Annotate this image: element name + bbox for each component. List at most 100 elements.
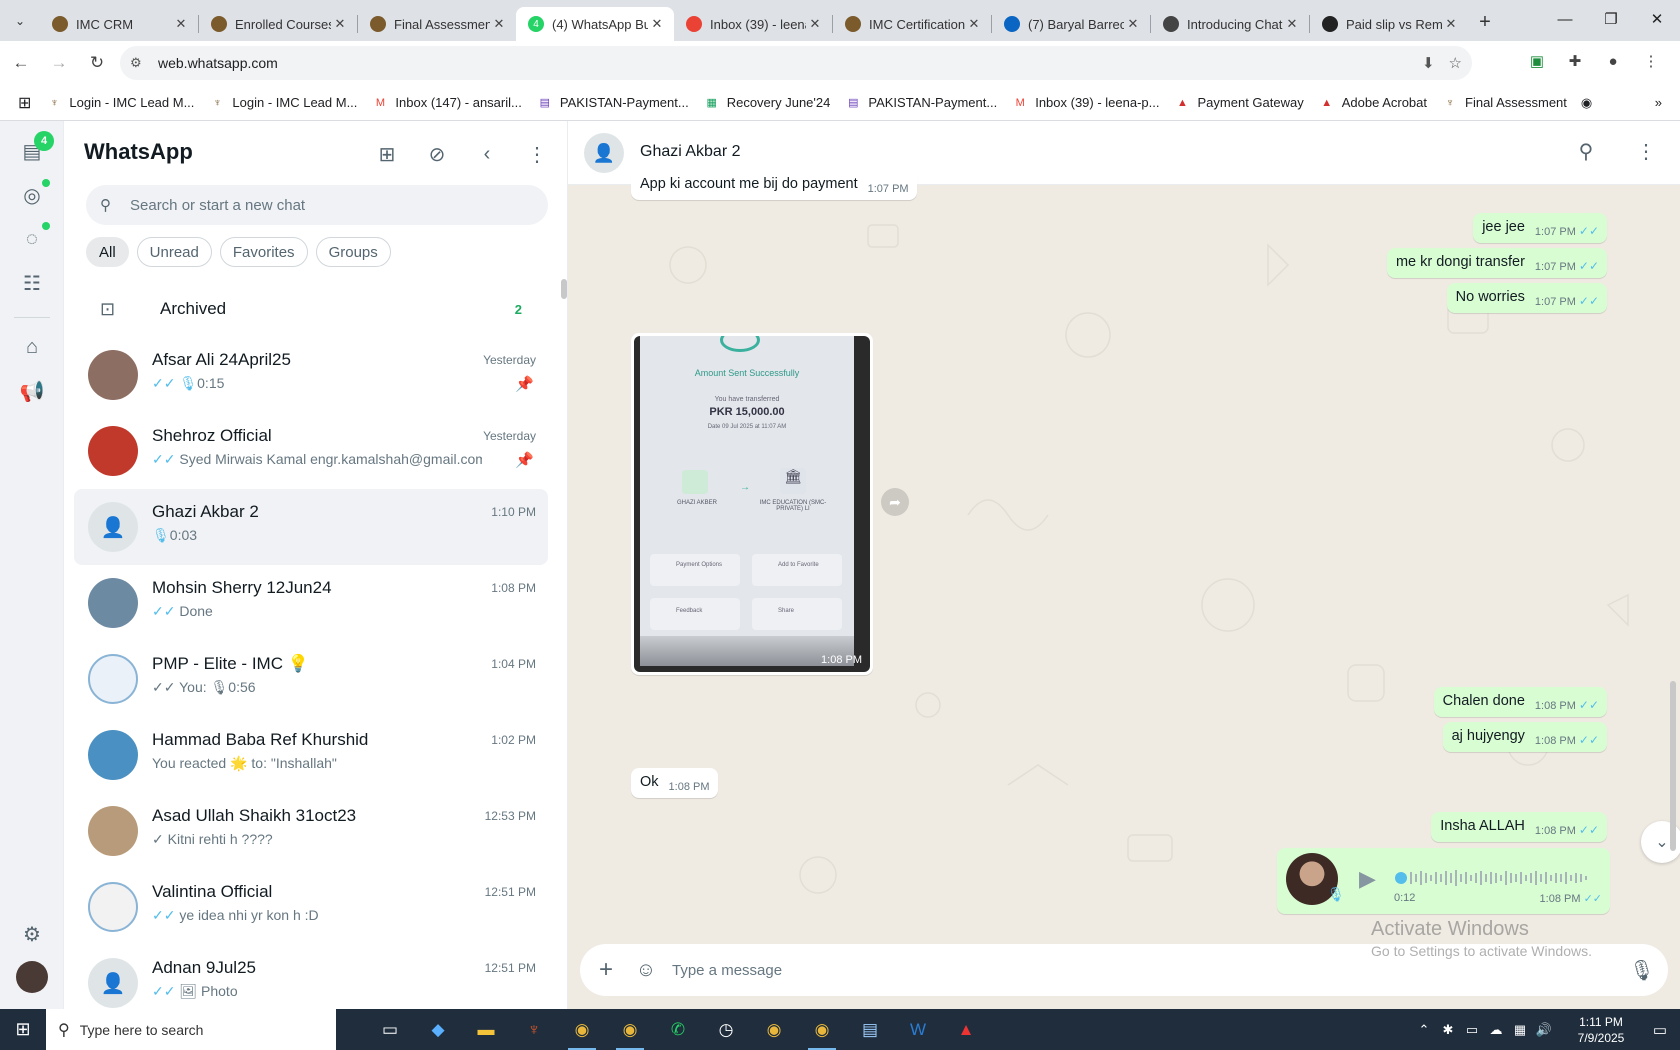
tray-network-icon[interactable]: ▦ [1508,1022,1532,1038]
word-icon[interactable]: W [894,1009,942,1050]
taskbar-clock[interactable]: 1:11 PM 7/9/2025 [1562,1014,1640,1046]
bookmark-item[interactable]: ▲ Payment Gateway [1176,95,1304,110]
install-app-icon[interactable]: ⬇ [1422,54,1435,72]
address-bar[interactable]: ⚙ web.whatsapp.com ⬇ ☆ [120,46,1472,80]
bookmark-more-icon[interactable]: ◉ [1581,95,1592,111]
copilot-icon[interactable]: ◆ [414,1009,462,1050]
close-tab-icon[interactable]: ✕ [1124,16,1142,32]
profile-avatar[interactable]: ● [1598,46,1628,76]
conversation-menu-icon[interactable]: ⋮ [1632,139,1660,164]
browser-tab[interactable]: Inbox (39) - leena ✕ [674,7,832,41]
chat-list-item[interactable]: Asad Ullah Shaikh 31oct23 12:53 PM ✓ Kitni… [74,793,548,869]
message-bubble-outgoing[interactable]: Chalen done 1:08 PM ✓✓ [1433,687,1607,717]
tab-search-button[interactable]: ⌄ [0,0,40,41]
whatsapp-taskbar-icon[interactable]: ✆ [654,1009,702,1050]
reload-button[interactable]: ↻ [80,46,114,80]
file-explorer-icon[interactable]: ▬ [462,1009,510,1050]
browser-tab[interactable]: Enrolled Courses ✕ [199,7,357,41]
catalog-store-icon[interactable]: ⌂ [16,331,48,363]
windows-start-icon[interactable]: ⊞ [0,1009,46,1050]
attach-plus-icon[interactable]: + [592,956,620,984]
bookmarks-overflow-icon[interactable]: » [1655,95,1662,110]
contact-name[interactable]: Ghazi Akbar 2 [640,143,741,161]
task-view-icon[interactable]: ▭ [366,1009,414,1050]
apps-grid-icon[interactable]: ⊞ [18,93,31,113]
contact-avatar[interactable]: 👤 [584,133,624,173]
close-tab-icon[interactable]: ✕ [490,16,508,32]
message-bubble-outgoing[interactable]: me kr dongi transfer 1:07 PM ✓✓ [1386,248,1607,278]
archived-row[interactable]: ⊡ Archived 2 [64,281,552,337]
restore-button[interactable]: ❐ [1588,0,1634,38]
taskbar-search[interactable]: ⚲ Type here to search [46,1009,336,1050]
chat-list-item[interactable]: Valintina Official 12:51 PM ✓✓ ye idea nhi… [74,869,548,945]
receipt-photo[interactable]: Amount Sent Successfully You have transf… [634,336,870,672]
chat-list-item[interactable]: Mohsin Sherry 12Jun24 1:08 PM ✓✓ Done [74,565,548,641]
sidebar-menu-icon[interactable]: ⋮ [521,139,553,169]
browser-tab[interactable]: 4 (4) WhatsApp Business✕ [516,7,674,41]
bookmark-item[interactable]: M Inbox (147) - ansaril... [373,95,522,110]
close-tab-icon[interactable]: ✕ [648,16,666,32]
voice-record-mic-icon[interactable]: 🎙 [1628,958,1656,983]
chat-list-item[interactable]: Afsar Ali 24April25 Yesterday ✓✓ 🎙0:15 📌 [74,337,548,413]
bookmark-item[interactable]: ▲ Adobe Acrobat [1320,95,1427,110]
emoji-icon[interactable]: ☺ [632,959,660,982]
chrome-alt2-icon[interactable]: ◉ [798,1009,846,1050]
voice-waveform[interactable] [1395,868,1595,888]
tray-device-icon[interactable]: ▭ [1460,1022,1484,1038]
close-tab-icon[interactable]: ✕ [331,16,349,32]
search-messages-icon[interactable]: ⚲ [1572,139,1600,164]
close-tab-icon[interactable]: ✕ [1442,16,1460,32]
close-tab-icon[interactable]: ✕ [172,16,190,32]
notifications-icon[interactable]: ▭ [1640,1021,1680,1039]
tray-chevron-icon[interactable]: ⌃ [1412,1022,1436,1038]
chat-list-item[interactable]: PMP - Elite - IMC 💡 1:04 PM ✓✓ You: 🎙0:56 [74,641,548,717]
collapse-chevron-icon[interactable]: ‹ [471,139,503,169]
browser-tab[interactable]: (7) Baryal Barrech ✕ [992,7,1150,41]
browser-tab[interactable]: IMC Certification ✕ [833,7,991,41]
new-chat-icon[interactable]: ⊞ [371,139,403,169]
filter-chip-all[interactable]: All [86,237,129,267]
voice-message[interactable]: 🎙 ▶ 0:12 1:08 PM ✓✓ [1277,848,1610,914]
message-input[interactable]: Type a message [672,962,1628,979]
app-icon[interactable]: ♆ [510,1009,558,1050]
filter-chip-groups[interactable]: Groups [315,237,391,267]
message-bubble-outgoing[interactable]: jee jee 1:07 PM ✓✓ [1473,213,1607,243]
acrobat-taskbar-icon[interactable]: ▲ [942,1009,990,1050]
message-bubble-outgoing[interactable]: No worries 1:07 PM ✓✓ [1446,283,1607,313]
broadcast-megaphone-icon[interactable]: 📢 [16,375,48,407]
hide-eye-icon[interactable]: ⊘ [421,139,453,169]
minimize-button[interactable]: — [1542,0,1588,38]
play-button[interactable]: ▶ [1359,866,1376,892]
bookmark-item[interactable]: ▤ PAKISTAN-Payment... [846,95,997,110]
bookmark-item[interactable]: ♆ Login - IMC Lead M... [47,95,194,110]
chat-list-scrollbar[interactable] [561,279,567,299]
chat-list-item[interactable]: Hammad Baba Ref Khurshid 1:02 PM You react… [74,717,548,793]
bookmark-star-icon[interactable]: ☆ [1449,54,1462,72]
close-tab-icon[interactable]: ✕ [965,16,983,32]
close-tab-icon[interactable]: ✕ [1283,16,1301,32]
site-info-icon[interactable]: ⚙ [130,55,148,71]
communities-icon[interactable]: ☷ [16,267,48,299]
search-input[interactable]: ⚲ Search or start a new chat [86,185,548,225]
message-bubble-incoming[interactable]: Ok 1:08 PM [631,768,718,798]
chrome-icon[interactable]: ◉ [558,1009,606,1050]
back-button[interactable]: ← [4,46,38,80]
forward-arrow-icon[interactable]: ➦ [881,488,909,516]
message-bubble-outgoing[interactable]: aj hujyengy 1:08 PM ✓✓ [1442,722,1607,752]
chat-list-item[interactable]: 👤 Ghazi Akbar 2 1:10 PM 🎙0:03 [74,489,548,565]
filter-chip-unread[interactable]: Unread [136,237,212,267]
image-message[interactable]: Amount Sent Successfully You have transf… [631,333,873,675]
browser-tab[interactable]: IMC CRM ✕ [40,7,198,41]
message-bubble-incoming[interactable]: App ki account me bij do payment 1:07 PM [631,174,917,200]
browser-tab[interactable]: Paid slip vs Remaining✕ [1310,7,1468,41]
bookmark-item[interactable]: ▤ PAKISTAN-Payment... [538,95,689,110]
new-tab-button[interactable]: + [1468,11,1502,34]
close-window-button[interactable]: ✕ [1634,0,1680,38]
conversation-scrollbar[interactable] [1670,681,1676,851]
bookmark-item[interactable]: ♆ Final Assessment [1443,95,1567,110]
close-tab-icon[interactable]: ✕ [806,16,824,32]
browser-tab[interactable]: Final Assessment ✕ [358,7,516,41]
chrome-alt-icon[interactable]: ◉ [750,1009,798,1050]
browser-menu-icon[interactable]: ⋮ [1636,46,1666,76]
tray-cloud-icon[interactable]: ☁ [1484,1022,1508,1038]
